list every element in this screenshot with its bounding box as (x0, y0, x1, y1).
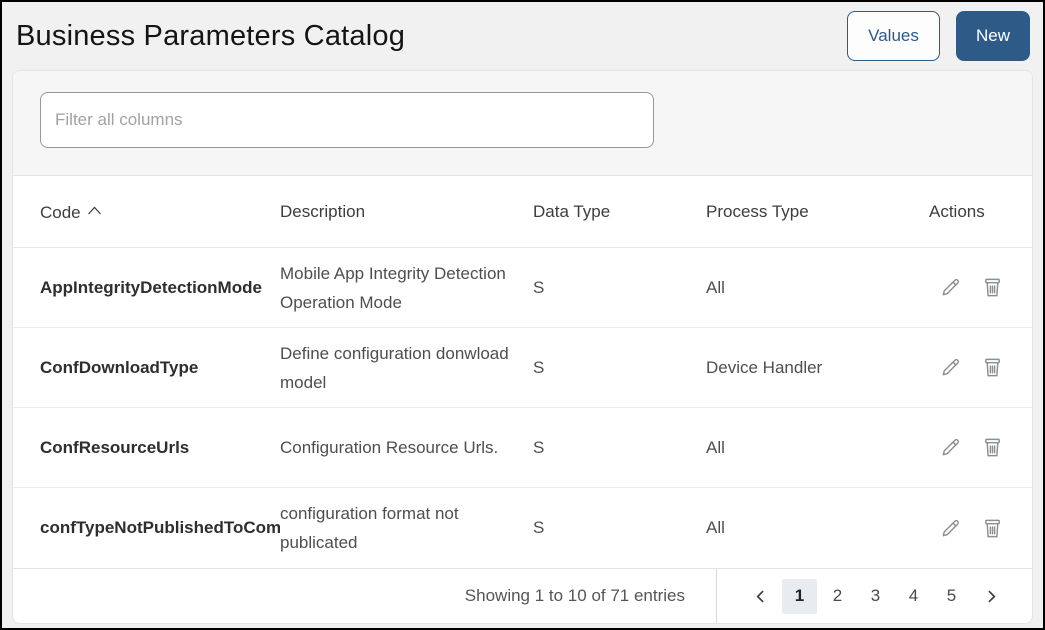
table-row: confTypeNotPublishedToCom configuration … (13, 488, 1032, 568)
edit-button[interactable] (939, 276, 962, 299)
filter-input[interactable] (40, 92, 654, 148)
edit-pencil-icon (939, 438, 962, 462)
pagination-page-button[interactable]: 2 (820, 579, 855, 614)
edit-button[interactable] (939, 436, 962, 459)
chevron-left-icon (752, 590, 769, 608)
pagination-pages: 1 2 3 4 5 (782, 578, 969, 614)
table-row: ConfDownloadType Define configuration do… (13, 328, 1032, 408)
pagination-next-button[interactable] (972, 579, 1010, 614)
column-header-code[interactable]: Code (13, 201, 280, 223)
pagination-page-button[interactable]: 1 (782, 578, 817, 614)
cell-process-type: Device Handler (706, 357, 823, 377)
chevron-right-icon (983, 590, 1000, 608)
table-row: ConfResourceUrls Configuration Resource … (13, 408, 1032, 488)
delete-button[interactable] (981, 356, 1004, 379)
edit-button[interactable] (939, 517, 962, 540)
table-footer: Showing 1 to 10 of 71 entries 1 2 3 4 5 (13, 568, 1032, 623)
pagination-page-button[interactable]: 4 (896, 579, 931, 614)
column-header-actions: Actions (929, 201, 985, 221)
cell-data-type: S (533, 277, 545, 297)
cell-data-type: S (533, 357, 545, 377)
table-body: AppIntegrityDetectionMode Mobile App Int… (13, 248, 1032, 568)
delete-button[interactable] (981, 517, 1004, 540)
edit-pencil-icon (939, 519, 962, 543)
pagination-prev-button[interactable] (741, 579, 779, 614)
cell-description: Define configuration donwload model (280, 343, 509, 392)
cell-actions (929, 276, 1032, 299)
filter-section (13, 71, 1032, 176)
edit-pencil-icon (939, 358, 962, 382)
pagination-page-button[interactable]: 5 (934, 579, 969, 614)
pagination-page-button[interactable]: 3 (858, 579, 893, 614)
pagination: 1 2 3 4 5 (717, 578, 1032, 614)
delete-trash-icon (981, 519, 1004, 543)
delete-trash-icon (981, 438, 1004, 462)
cell-description: Configuration Resource Urls. (280, 438, 499, 457)
catalog-card: Code Description Data Type Process Type … (12, 70, 1033, 624)
cell-process-type: All (706, 437, 725, 457)
cell-code: confTypeNotPublishedToCom (40, 518, 280, 537)
page-title: Business Parameters Catalog (16, 19, 406, 52)
column-header-process-type[interactable]: Process Type (706, 202, 929, 222)
cell-actions (929, 517, 1032, 540)
edit-button[interactable] (939, 356, 962, 379)
table-header-row: Code Description Data Type Process Type … (13, 176, 1032, 248)
cell-actions (929, 436, 1032, 459)
new-button[interactable]: New (956, 11, 1030, 61)
delete-trash-icon (981, 278, 1004, 302)
cell-data-type: S (533, 518, 545, 537)
cell-process-type: All (706, 518, 725, 537)
cell-process-type: All (706, 277, 725, 297)
cell-code: AppIntegrityDetectionMode (40, 277, 262, 297)
cell-actions (929, 356, 1032, 379)
delete-trash-icon (981, 358, 1004, 382)
table-row: AppIntegrityDetectionMode Mobile App Int… (13, 248, 1032, 328)
showing-entries-text: Showing 1 to 10 of 71 entries (464, 586, 685, 605)
cell-code: ConfDownloadType (40, 357, 199, 377)
cell-description: Mobile App Integrity Detection Operation… (280, 263, 506, 312)
values-button[interactable]: Values (847, 11, 940, 61)
delete-button[interactable] (981, 436, 1004, 459)
column-header-data-type[interactable]: Data Type (533, 202, 706, 222)
sort-asc-icon (87, 201, 102, 221)
column-header-description[interactable]: Description (280, 202, 533, 222)
edit-pencil-icon (939, 278, 962, 302)
cell-code: ConfResourceUrls (40, 437, 190, 457)
cell-data-type: S (533, 437, 545, 457)
delete-button[interactable] (981, 276, 1004, 299)
cell-description: configuration format not publicated (280, 504, 459, 552)
page-header: Business Parameters Catalog Values New (2, 2, 1043, 70)
